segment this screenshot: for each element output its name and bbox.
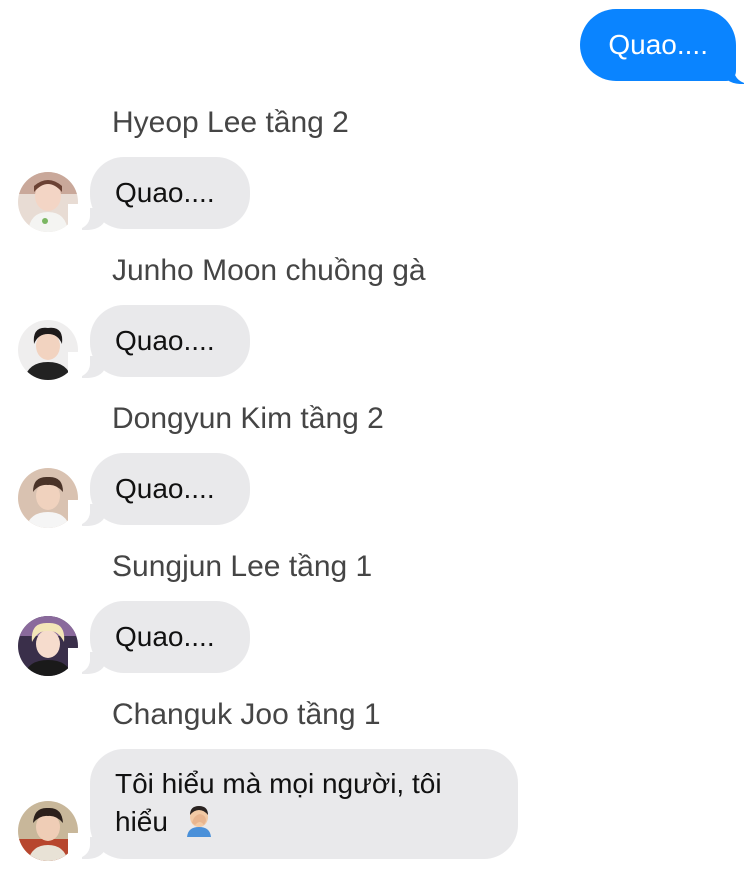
message-text-word: hiểu (115, 806, 168, 837)
man-facepalming-emoji (182, 803, 216, 837)
message-text-line: hiểu (115, 803, 493, 841)
chat-thread: Quao.... Hyeop Lee tầng 2 Quao.... Junho… (0, 0, 750, 885)
message-text-line: Tôi hiểu mà mọi người, tôi (115, 768, 442, 799)
incoming-message-bubble[interactable]: Quao.... (90, 601, 250, 673)
sender-name: Changuk Joo tầng 1 (112, 698, 381, 731)
outgoing-message-bubble[interactable]: Quao.... (580, 9, 736, 81)
sender-name: Sungjun Lee tầng 1 (112, 550, 373, 583)
sender-name: Junho Moon chuồng gà (112, 254, 426, 287)
incoming-message-bubble[interactable]: Quao.... (90, 157, 250, 229)
incoming-message-bubble[interactable]: Quao.... (90, 453, 250, 525)
incoming-message-bubble[interactable]: Tôi hiểu mà mọi người, tôi hiểu (90, 749, 518, 859)
sender-name: Dongyun Kim tầng 2 (112, 402, 384, 435)
sender-name: Hyeop Lee tầng 2 (112, 106, 349, 139)
incoming-message-bubble[interactable]: Quao.... (90, 305, 250, 377)
